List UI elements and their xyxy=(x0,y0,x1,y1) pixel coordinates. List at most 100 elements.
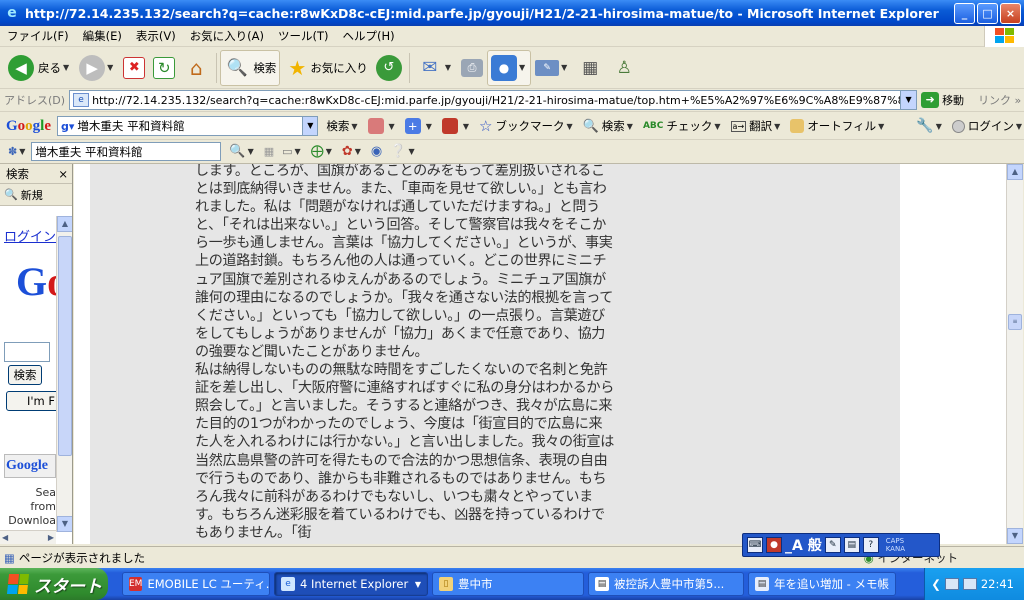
spellcheck-button[interactable]: ABC チェック ▼ xyxy=(643,118,723,134)
scroll-thumb[interactable]: ≡ xyxy=(1008,314,1022,330)
task-notepad[interactable]: ▤ 年を追い増加 - メモ帳 xyxy=(748,572,896,596)
forward-button[interactable]: ▶ ▼ xyxy=(75,50,119,86)
new-search-button[interactable]: 🔍 新規 xyxy=(0,184,72,206)
page-scrollbar[interactable]: ▲ ≡ ▼ xyxy=(1006,164,1023,544)
translate-button[interactable]: a→ 翻訳 ▼ xyxy=(730,118,783,134)
chevron-down-icon[interactable]: ▼ xyxy=(351,122,357,131)
chevron-down-icon[interactable]: ▼ xyxy=(936,122,942,131)
autofill-button[interactable]: オートフィル ▼ xyxy=(790,118,886,134)
window-icon[interactable]: ▭ ▼ xyxy=(282,145,303,158)
title-bar[interactable]: e http://72.14.235.132/search?q=cache:r8… xyxy=(0,0,1024,26)
side-pane-hscrollbar[interactable]: ◀ ▶ xyxy=(0,530,56,544)
maximize-button[interactable]: □ xyxy=(977,2,998,24)
contacts-button[interactable]: ♙ xyxy=(607,50,641,86)
research-button[interactable]: ▦ xyxy=(573,50,607,86)
scroll-left-arrow-icon[interactable]: ◀ xyxy=(2,533,8,542)
toolbar-logo-icon[interactable]: ✽ ▼ xyxy=(8,145,27,158)
scroll-up-arrow-icon[interactable]: ▲ xyxy=(1007,164,1023,180)
back-button[interactable]: ◀ 戻る ▼ xyxy=(4,50,75,86)
chevron-down-icon[interactable]: ▼ xyxy=(302,117,318,135)
login-link[interactable]: ログイン xyxy=(4,226,56,245)
highlight-icon[interactable]: ▦ xyxy=(264,145,274,158)
stop-button[interactable]: ✖ xyxy=(119,50,149,86)
keyboard-icon[interactable]: ⌨ xyxy=(747,537,763,553)
print-button[interactable]: ⎙ xyxy=(457,50,487,86)
chevron-down-icon[interactable]: ▼ xyxy=(463,122,469,131)
google-logo[interactable]: Google xyxy=(6,118,51,135)
ime-icon[interactable]: ● xyxy=(766,537,782,553)
chevron-down-icon[interactable]: ▼ xyxy=(774,122,780,131)
scroll-right-arrow-icon[interactable]: ▶ xyxy=(48,533,54,542)
search-icon[interactable]: 🔍 ▼ xyxy=(229,144,255,159)
tray-expand-icon[interactable]: ❮ xyxy=(931,577,941,591)
start-button[interactable]: スタート xyxy=(0,568,108,600)
scroll-down-arrow-icon[interactable]: ▼ xyxy=(1007,528,1023,544)
chevron-down-icon[interactable]: ▼ xyxy=(415,580,421,589)
chevron-down-icon[interactable]: ▼ xyxy=(714,122,720,131)
login-button[interactable]: ログイン ▼ xyxy=(951,118,1024,134)
help-icon[interactable]: ? xyxy=(862,537,879,553)
scroll-up-arrow-icon[interactable]: ▲ xyxy=(57,216,72,232)
menu-view[interactable]: 表示(V) xyxy=(129,28,183,44)
go-button[interactable]: ➜ 移動 xyxy=(921,92,964,108)
plus-button[interactable]: + ▼ xyxy=(404,118,434,134)
toolbar-query[interactable]: 増木重夫 平和資料館 xyxy=(35,144,142,160)
scroll-thumb[interactable] xyxy=(58,236,72,456)
chevron-down-icon[interactable]: ▼ xyxy=(519,63,525,72)
messenger-button[interactable]: ● ▼ xyxy=(486,49,532,86)
favorites-button[interactable]: ★ お気に入り xyxy=(280,50,372,86)
google-small-logo[interactable]: Google xyxy=(4,454,56,478)
mail-button[interactable]: ✉ ▼ xyxy=(413,50,457,86)
ime-mode[interactable]: _A 般 xyxy=(785,535,822,555)
refresh-button[interactable]: ↻ xyxy=(149,50,179,86)
chevron-down-icon[interactable]: ▼ xyxy=(445,63,451,72)
menu-tools[interactable]: ツール(T) xyxy=(271,28,336,44)
menu-file[interactable]: ファイル(F) xyxy=(0,28,76,44)
chevron-down-icon[interactable]: ▼ xyxy=(566,122,572,131)
task-document[interactable]: ▤ 被控訴人豊中市第5... xyxy=(588,572,744,596)
home-button[interactable]: ⌂ xyxy=(179,50,213,86)
address-url[interactable]: http://72.14.235.132/search?q=cache:r8wK… xyxy=(92,94,900,107)
history-button[interactable]: ↺ xyxy=(372,50,406,86)
news-button[interactable]: ▼ xyxy=(367,118,397,134)
chevron-down-icon[interactable]: ▼ xyxy=(389,122,395,131)
add-icon[interactable]: ⨁ ▼ xyxy=(311,144,334,159)
dictionary-icon[interactable]: ▤ xyxy=(843,537,860,553)
monitor-icon[interactable] xyxy=(962,578,977,590)
clock[interactable]: 22:41 xyxy=(981,577,1014,591)
ime-language-bar[interactable]: ⌨ ● _A 般 ✎ ▤ ? CAPS KANA xyxy=(742,533,940,557)
side-search-input[interactable] xyxy=(4,342,50,362)
network-icon[interactable] xyxy=(944,578,959,590)
task-internet-explorer[interactable]: e 4 Internet Explorer ▼ xyxy=(274,572,428,596)
menu-help[interactable]: ヘルプ(H) xyxy=(336,28,402,44)
globe-icon[interactable]: ◉ xyxy=(371,144,382,159)
google-query[interactable]: 増木重夫 平和資料館 xyxy=(77,118,302,134)
task-emobile[interactable]: EM EMOBILE LC ユーティ... xyxy=(122,572,270,596)
pad-icon[interactable]: ✎ xyxy=(824,537,841,553)
chevron-down-icon[interactable]: ▼ xyxy=(561,63,567,72)
chevron-down-icon[interactable]: ▼ xyxy=(878,122,884,131)
links-button[interactable]: リンク » xyxy=(978,92,1021,108)
toolbar-search-input[interactable]: 増木重夫 平和資料館 xyxy=(31,142,222,161)
popup-blocker-button[interactable]: ▼ xyxy=(441,118,471,134)
close-icon[interactable]: × xyxy=(58,167,68,181)
google-search-input[interactable]: g▾ 増木重夫 平和資料館 ▼ xyxy=(57,116,319,136)
side-search-button[interactable]: 検索 xyxy=(8,365,42,385)
menu-edit[interactable]: 編集(E) xyxy=(76,28,129,44)
chevron-down-icon[interactable]: ▼ xyxy=(900,91,917,109)
task-folder[interactable]: ▯ 豊中市 xyxy=(432,572,584,596)
edit-button[interactable]: ✎ ▼ xyxy=(531,50,573,86)
bookmarks-button[interactable]: ☆ ブックマーク ▼ xyxy=(479,117,575,135)
address-input[interactable]: e http://72.14.235.132/search?q=cache:r8… xyxy=(69,90,918,110)
color-icon[interactable]: ✿ ▼ xyxy=(342,144,363,159)
chevron-down-icon[interactable]: ▼ xyxy=(1016,122,1022,131)
google-search-button[interactable]: 検索 ▼ xyxy=(326,118,359,134)
google-search2-button[interactable]: 🔍 検索 ▼ xyxy=(583,118,635,134)
settings-button[interactable]: 🔧 ▼ xyxy=(916,118,944,134)
menu-favorites[interactable]: お気に入り(A) xyxy=(183,28,271,44)
help-icon[interactable]: ❔ ▼ xyxy=(390,144,416,159)
search-button[interactable]: 🔍 検索 xyxy=(220,49,281,86)
chevron-down-icon[interactable]: ▼ xyxy=(426,122,432,131)
side-pane-scrollbar[interactable]: ▲ ▼ xyxy=(56,216,72,532)
minimize-button[interactable]: _ xyxy=(954,2,975,24)
